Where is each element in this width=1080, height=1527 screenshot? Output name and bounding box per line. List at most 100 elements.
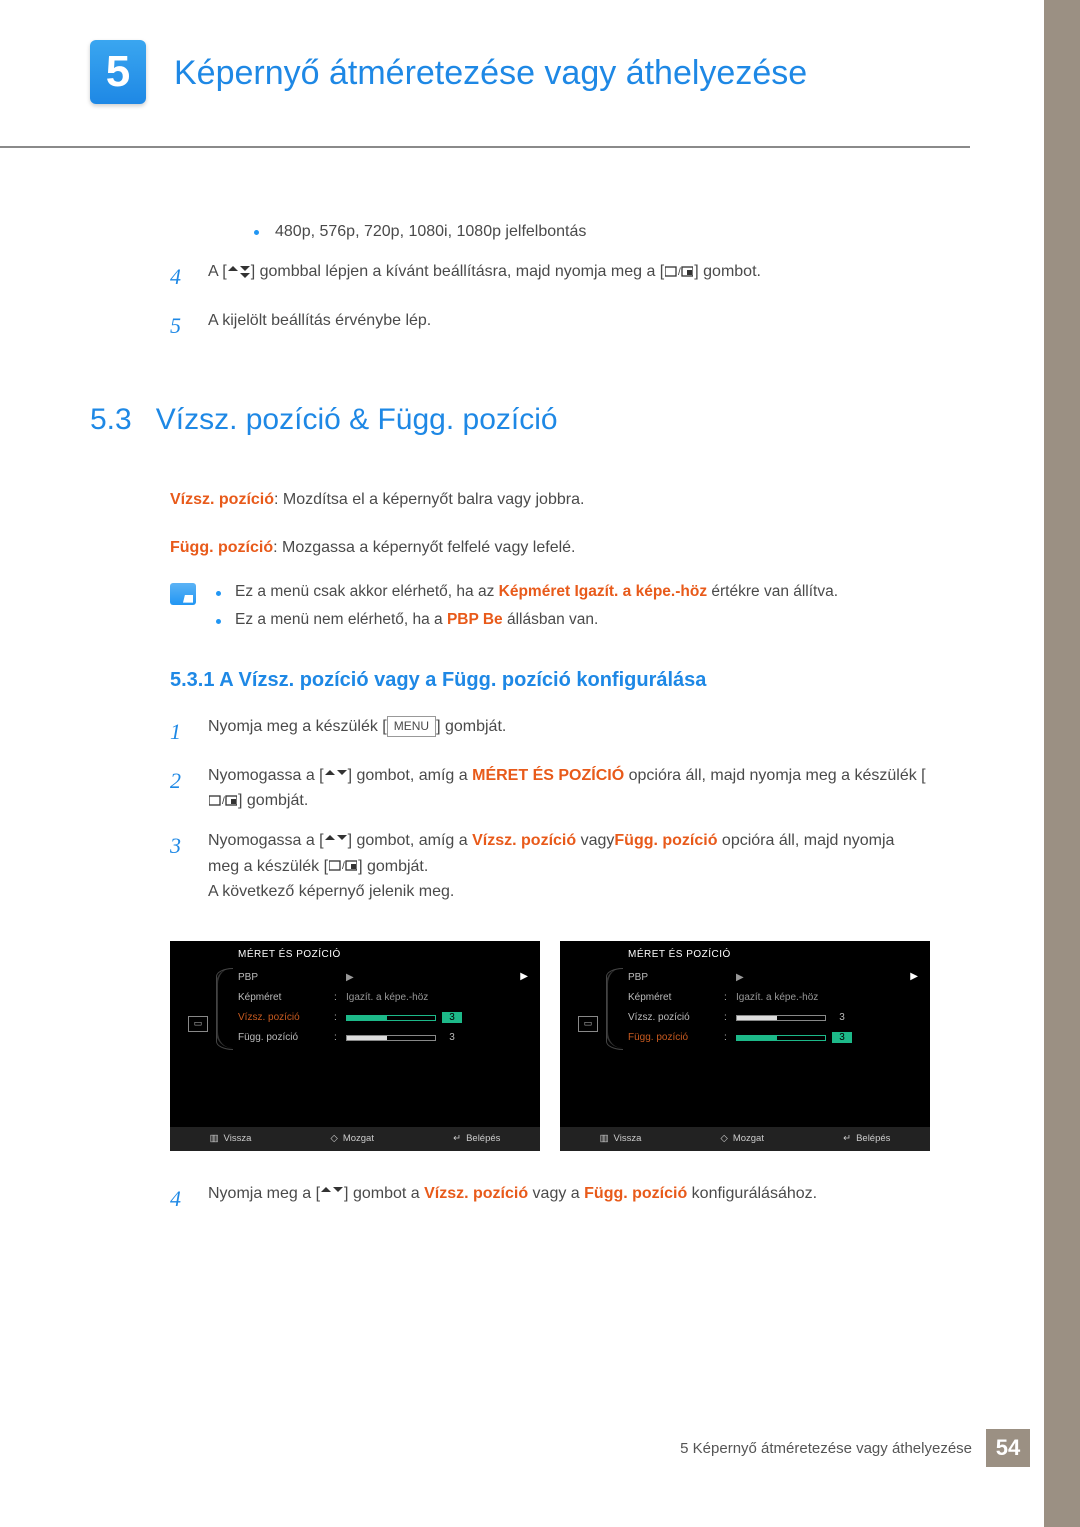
bullet-dot-icon: [216, 619, 221, 624]
page-content: 480p, 576p, 720p, 1080i, 1080p jelfelbon…: [0, 148, 1020, 1216]
bullet-text: 480p, 576p, 720p, 1080i, 1080p jelfelbon…: [275, 223, 586, 241]
up-down-icon: [325, 770, 347, 782]
highlight: Vízsz. pozíció: [472, 832, 576, 849]
step-number: 1: [170, 714, 190, 749]
highlight: Függ. pozíció: [614, 832, 717, 849]
footer-text: 5 Képernyő átméretezése vagy áthelyezése: [680, 1440, 972, 1457]
bullet-resolution: 480p, 576p, 720p, 1080i, 1080p jelfelbon…: [170, 223, 930, 241]
pip-icon: ▭: [188, 1016, 208, 1032]
step-4-top: 4 A [] gombbal lépjen a kívánt beállítás…: [170, 259, 930, 294]
osd-row-vizsz: Vízsz. pozíció: [628, 1012, 718, 1023]
osd-menu: PBP▶ Képméret:Igazít. a képe.-höz Vízsz.…: [216, 968, 530, 1048]
osd-value: 3: [832, 1032, 852, 1043]
slider-icon: [736, 1035, 826, 1041]
definition-vposition: Függ. pozíció: Mozgassa a képernyőt felf…: [170, 535, 930, 561]
t: A következő képernyő jelenik meg.: [208, 883, 454, 900]
note-text: Ez a menü csak akkor elérhető, ha az: [235, 583, 499, 600]
osd-menu: PBP▶ Képméret:Igazít. a képe.-höz Vízsz.…: [606, 968, 920, 1048]
osd-panel-vposition: MÉRET ÉS POZÍCIÓ ▶ ▭ PBP▶ Képméret:Igazí…: [560, 941, 930, 1151]
osd-val: Igazít. a képe.-höz: [346, 992, 428, 1003]
section-number: 5.3: [90, 403, 132, 437]
osd-side-icons: ▭: [180, 968, 216, 1048]
osd-footer: ▥ Vissza ◇ Mozgat ↵ Belépés: [560, 1127, 930, 1151]
desc: : Mozgassa a képernyőt felfelé vagy lefe…: [273, 539, 575, 556]
page-footer: 5 Képernyő átméretezése vagy áthelyezése…: [680, 1429, 1030, 1467]
osd-row-fugg: Függ. pozíció: [238, 1032, 328, 1043]
page-number: 54: [986, 1429, 1030, 1467]
osd-row-pbp: PBP: [628, 972, 718, 983]
note-highlight: Képméret Igazít. a képe.-höz: [499, 583, 707, 600]
note-text: állásban van.: [503, 611, 599, 628]
page-header: 5 Képernyő átméretezése vagy áthelyezése: [0, 0, 970, 148]
osd-move: ◇ Mozgat: [331, 1133, 374, 1144]
step-number: 4: [170, 259, 190, 294]
t: Nyomja meg a készülék [: [208, 718, 387, 735]
step-2: 2 Nyomogassa a [] gombot, amíg a MÉRET É…: [170, 763, 930, 814]
osd-row-pbp: PBP: [238, 972, 328, 983]
step-1: 1 Nyomja meg a készülék [MENU] gombját.: [170, 714, 930, 749]
t: ] gombját.: [436, 718, 506, 735]
osd-row-kepmeret: Képméret: [238, 992, 328, 1003]
osd-title: MÉRET ÉS POZÍCIÓ: [628, 949, 920, 960]
osd-footer: ▥ Vissza ◇ Mozgat ↵ Belépés: [170, 1127, 540, 1151]
osd-value: 3: [442, 1012, 462, 1023]
note-block: Ez a menü csak akkor elérhető, ha az Kép…: [170, 583, 930, 639]
step-5-top: 5 A kijelölt beállítás érvénybe lép.: [170, 308, 930, 343]
desc: : Mozdítsa el a képernyőt balra vagy job…: [274, 491, 584, 508]
rect-source-icon: /: [665, 265, 693, 279]
osd-enter: ↵ Belépés: [843, 1133, 890, 1144]
osd-row-kepmeret: Képméret: [628, 992, 718, 1003]
step-text: Nyomogassa a [] gombot, amíg a MÉRET ÉS …: [208, 763, 930, 814]
note-text: Ez a menü nem elérhető, ha a: [235, 611, 447, 628]
step-4: 4 Nyomja meg a [] gombot a Vízsz. pozíci…: [170, 1181, 930, 1216]
section-heading: 5.3 Vízsz. pozíció & Függ. pozíció: [90, 403, 930, 437]
osd-panel-hposition: MÉRET ÉS POZÍCIÓ ▶ ▭ PBP▶ Képméret:Igazí…: [170, 941, 540, 1151]
note-item: Ez a menü nem elérhető, ha a PBP Be állá…: [216, 611, 930, 629]
svg-text:/: /: [342, 861, 345, 872]
t: konfigurálásához.: [687, 1185, 817, 1202]
rect-source-icon: /: [329, 859, 357, 873]
step-text: A kijelölt beállítás érvénybe lép.: [208, 308, 930, 343]
up-down-icon: [228, 266, 250, 278]
bullet-dot-icon: [216, 591, 221, 596]
up-down-icon: [321, 1187, 343, 1199]
osd-val: Igazít. a képe.-höz: [736, 992, 818, 1003]
definition-hposition: Vízsz. pozíció: Mozdítsa el a képernyőt …: [170, 487, 930, 513]
osd-back: ▥ Vissza: [600, 1133, 642, 1144]
subsection-heading: 5.3.1 A Vízsz. pozíció vagy a Függ. pozí…: [170, 669, 930, 692]
chapter-number-badge: 5: [90, 40, 146, 104]
slider-icon: [346, 1015, 436, 1021]
menu-button-label: MENU: [387, 716, 436, 737]
up-down-icon: [325, 835, 347, 847]
svg-text:/: /: [678, 267, 681, 278]
step-3: 3 Nyomogassa a [] gombot, amíg a Vízsz. …: [170, 828, 930, 905]
step-text: Nyomja meg a készülék [MENU] gombját.: [208, 714, 930, 749]
t: vagy: [576, 832, 614, 849]
step-text: A [] gombbal lépjen a kívánt beállításra…: [208, 259, 930, 294]
step-number: 4: [170, 1181, 190, 1216]
bullet-dot-icon: [254, 230, 259, 235]
highlight: MÉRET ÉS POZÍCIÓ: [472, 767, 624, 784]
osd-row-fugg: Függ. pozíció: [628, 1032, 718, 1043]
rect-source-icon: /: [209, 794, 237, 808]
highlight: Vízsz. pozíció: [424, 1185, 528, 1202]
step-number: 3: [170, 828, 190, 905]
term: Vízsz. pozíció: [170, 491, 274, 508]
osd-side-icons: ▭: [570, 968, 606, 1048]
osd-screenshots: MÉRET ÉS POZÍCIÓ ▶ ▭ PBP▶ Képméret:Igazí…: [170, 941, 930, 1151]
osd-row-vizsz: Vízsz. pozíció: [238, 1012, 328, 1023]
section-name: Vízsz. pozíció & Függ. pozíció: [156, 403, 558, 437]
t: vagy a: [528, 1185, 584, 1202]
osd-value: 3: [442, 1032, 462, 1043]
highlight: Függ. pozíció: [584, 1185, 687, 1202]
chapter-title: Képernyő átméretezése vagy áthelyezése: [174, 40, 807, 93]
step-number: 5: [170, 308, 190, 343]
osd-move: ◇ Mozgat: [721, 1133, 764, 1144]
note-text: értékre van állítva.: [707, 583, 838, 600]
osd-back: ▥ Vissza: [210, 1133, 252, 1144]
note-icon: [170, 583, 196, 605]
osd-title: MÉRET ÉS POZÍCIÓ: [238, 949, 530, 960]
term: Függ. pozíció: [170, 539, 273, 556]
osd-enter: ↵ Belépés: [453, 1133, 500, 1144]
note-highlight: PBP Be: [447, 611, 503, 628]
